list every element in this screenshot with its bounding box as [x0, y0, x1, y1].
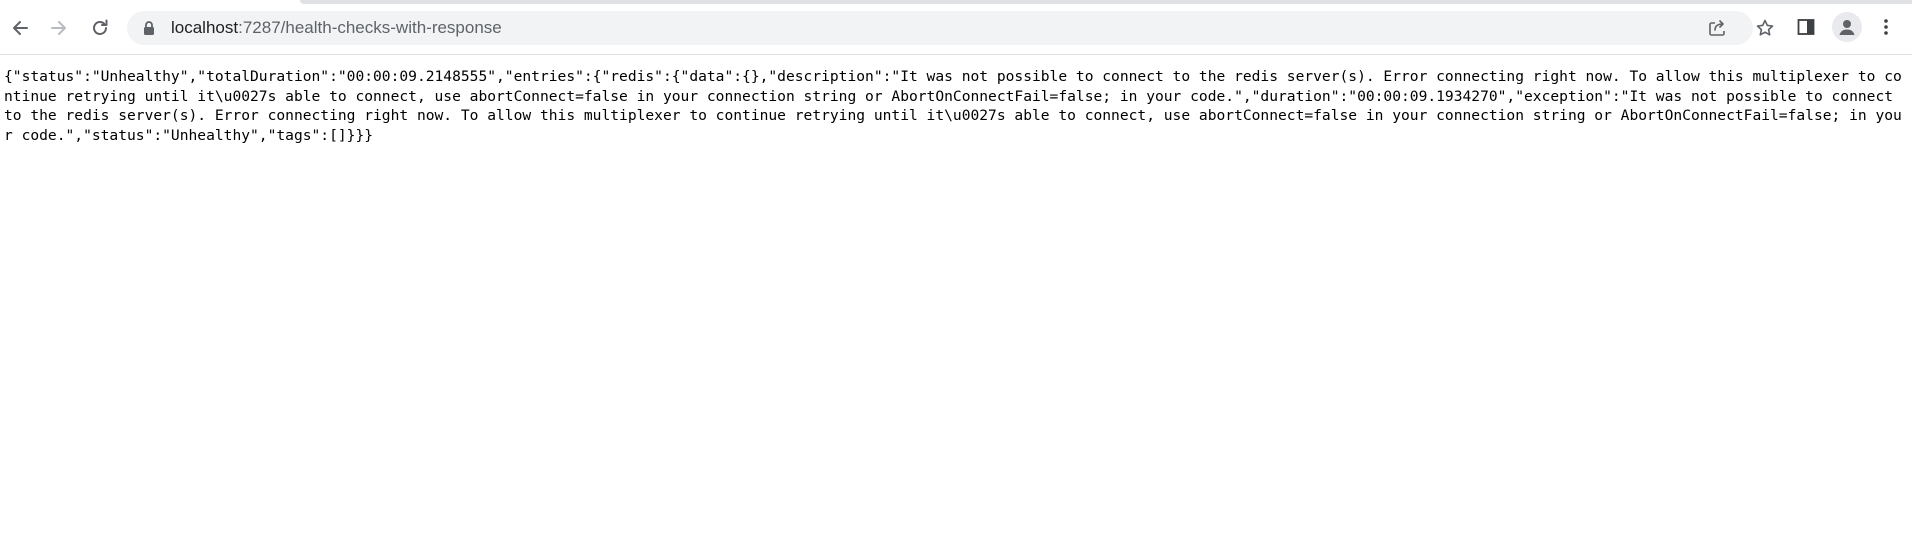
profile-avatar-icon: [1839, 20, 1855, 35]
reload-button[interactable]: [84, 12, 116, 44]
address-bar[interactable]: localhost:7287/health-checks-with-respon…: [127, 11, 1774, 45]
back-arrow-icon: [13, 21, 28, 35]
url-host: localhost: [171, 18, 239, 37]
kebab-menu-icon: [1884, 19, 1888, 35]
side-panel-button[interactable]: [1793, 14, 1819, 40]
share-icon[interactable]: [1707, 18, 1727, 38]
lock-icon[interactable]: [141, 20, 157, 36]
forward-arrow-icon: [51, 21, 66, 35]
profile-button[interactable]: [1832, 12, 1862, 42]
menu-button[interactable]: [1873, 14, 1899, 40]
tab-strip-edge: [300, 0, 1912, 4]
reload-icon: [93, 19, 108, 35]
star-icon[interactable]: [1755, 18, 1775, 38]
url-text[interactable]: localhost:7287/health-checks-with-respon…: [171, 11, 502, 45]
json-response-body: {"status":"Unhealthy","totalDuration":"0…: [4, 68, 1902, 144]
url-path: :7287/health-checks-with-response: [238, 18, 502, 37]
back-button[interactable]: [4, 12, 36, 44]
side-panel-icon: [1797, 19, 1815, 35]
forward-button[interactable]: [43, 12, 75, 44]
browser-toolbar: localhost:7287/health-checks-with-respon…: [0, 0, 1912, 55]
